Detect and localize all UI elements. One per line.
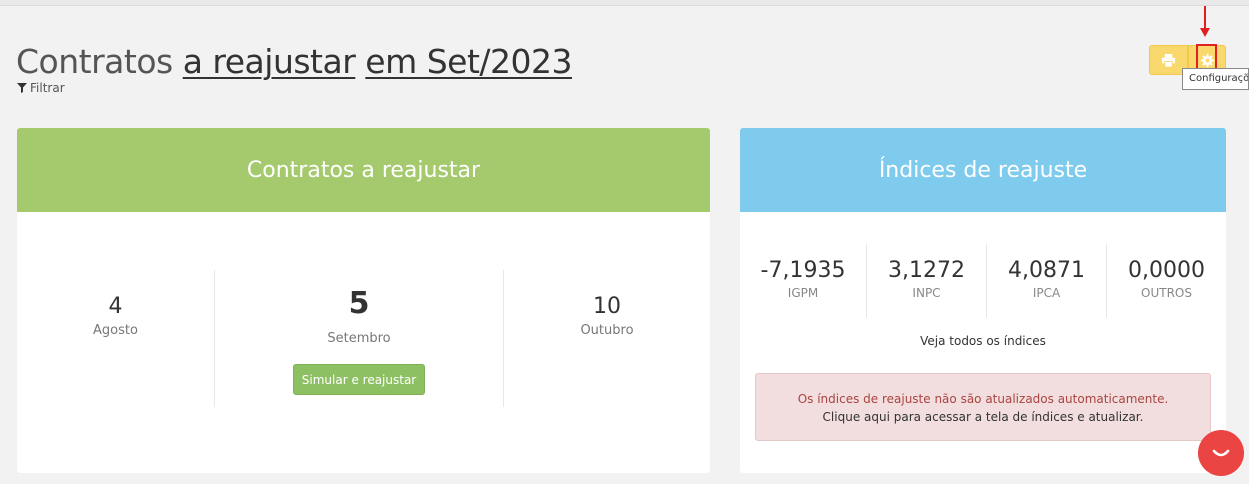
filter-label: Filtrar bbox=[30, 81, 65, 95]
divider bbox=[503, 270, 504, 407]
index-igpm: -7,1935 IGPM bbox=[740, 258, 866, 300]
index-ipca: 4,0871 IPCA bbox=[987, 258, 1106, 300]
month-count: 5 bbox=[348, 286, 370, 321]
page-title: Contratos a reajustar em Set/2023 bbox=[16, 42, 573, 81]
top-bar bbox=[0, 0, 1249, 6]
printer-icon bbox=[1161, 53, 1176, 68]
settings-tooltip: Configurações bbox=[1182, 68, 1249, 90]
index-value: 4,0871 bbox=[1008, 258, 1085, 283]
index-label: IGPM bbox=[787, 286, 819, 300]
index-value: 3,1272 bbox=[888, 258, 965, 283]
alert-message: Os índices de reajuste não são atualizad… bbox=[797, 392, 1169, 406]
filter-icon bbox=[17, 83, 27, 93]
title-period-link[interactable]: em Set/2023 bbox=[365, 42, 572, 81]
month-label: Outubro bbox=[580, 323, 634, 338]
index-label: OUTROS bbox=[1141, 286, 1192, 300]
index-inpc: 3,1272 INPC bbox=[867, 258, 986, 300]
month-october[interactable]: 10 Outubro bbox=[504, 294, 710, 338]
simulate-adjust-button[interactable]: Simular e reajustar bbox=[293, 364, 425, 395]
filter-toggle[interactable]: Filtrar bbox=[17, 81, 65, 95]
chat-icon bbox=[1212, 449, 1230, 457]
chat-widget-button[interactable] bbox=[1198, 430, 1244, 476]
month-label: Setembro bbox=[327, 331, 391, 346]
month-count: 10 bbox=[593, 294, 621, 319]
month-label: Agosto bbox=[93, 323, 138, 338]
month-august[interactable]: 4 Agosto bbox=[17, 294, 214, 338]
see-all-indices-link[interactable]: Veja todos os índices bbox=[740, 334, 1226, 348]
index-value: 0,0000 bbox=[1128, 258, 1205, 283]
alert-action-text: Clique aqui para acessar a tela de índic… bbox=[822, 410, 1144, 424]
month-count: 4 bbox=[108, 294, 123, 319]
title-status-link[interactable]: a reajustar bbox=[183, 42, 356, 81]
title-prefix: Contratos bbox=[16, 42, 173, 81]
index-label: INPC bbox=[912, 286, 941, 300]
index-label: IPCA bbox=[1032, 286, 1061, 300]
month-september[interactable]: 5 Setembro bbox=[215, 286, 503, 346]
contracts-card-title: Contratos a reajustar bbox=[17, 128, 710, 212]
index-outros: 0,0000 OUTROS bbox=[1107, 258, 1226, 300]
contracts-card: Contratos a reajustar 4 Agosto 5 Setembr… bbox=[17, 128, 710, 473]
indices-card-title: Índices de reajuste bbox=[740, 128, 1226, 212]
annotation-arrow-icon bbox=[1200, 6, 1210, 37]
indices-alert[interactable]: Os índices de reajuste não são atualizad… bbox=[755, 373, 1211, 441]
indices-card: Índices de reajuste -7,1935 IGPM 3,1272 … bbox=[740, 128, 1226, 473]
index-value: -7,1935 bbox=[760, 258, 846, 283]
